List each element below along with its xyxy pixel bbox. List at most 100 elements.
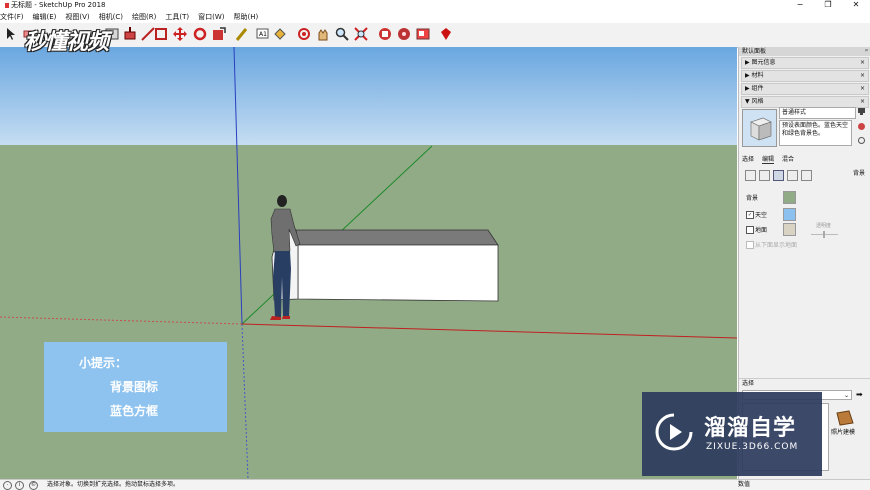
brand-watermark: 溜溜自学 ZIXUE.3D66.COM	[642, 392, 822, 476]
menu-bar: 文件(F) 编辑(E) 视图(V) 相机(C) 绘图(R) 工具(T) 窗口(W…	[0, 11, 870, 23]
select-section-title: 选择	[739, 378, 870, 388]
ground-label: 地面	[755, 227, 768, 234]
tip-box: 小提示： 背景图标 蓝色方框	[44, 342, 227, 432]
sketchup-app-icon	[5, 2, 9, 8]
modeling-settings-icon[interactable]	[801, 170, 812, 181]
menu-view[interactable]: 视图(V)	[65, 11, 89, 23]
svg-text:A1: A1	[259, 31, 267, 38]
close-icon[interactable]: ×	[860, 71, 865, 81]
tab-mix[interactable]: 混合	[782, 154, 794, 164]
sky-color-swatch[interactable]	[783, 208, 796, 221]
background-section-label: 背景	[852, 170, 865, 177]
close-icon[interactable]: ×	[860, 84, 865, 94]
watermark-settings-icon[interactable]	[787, 170, 798, 181]
pin-icon[interactable]: ᵖ	[865, 47, 868, 56]
photo-modeling-label: 照片建模	[831, 429, 856, 436]
section-styles-label: ▼ 风格	[745, 98, 764, 105]
tip-title: 小提示：	[79, 356, 128, 370]
tip-line-background-icon: 背景图标	[110, 380, 159, 394]
menu-window[interactable]: 窗口(W)	[198, 11, 224, 23]
ground-checkbox[interactable]	[746, 226, 754, 234]
section-components-label: ▶ 组件	[745, 85, 764, 92]
brand-play-icon	[655, 413, 693, 451]
show-ground-below-checkbox[interactable]	[746, 241, 754, 249]
send-to-layout-tool-icon[interactable]	[415, 26, 431, 42]
tab-edit[interactable]: 编辑	[762, 154, 775, 164]
close-icon[interactable]: ×	[860, 97, 865, 107]
style-tabs: 选择 编辑 混合	[742, 154, 802, 164]
tray-title: 默认面板 ᵖ	[739, 47, 870, 56]
sky-checkbox[interactable]: ✓	[746, 211, 754, 219]
edge-settings-icon[interactable]	[745, 170, 756, 181]
minimize-button[interactable]: −	[786, 0, 814, 11]
close-button[interactable]: ✕	[842, 0, 870, 11]
paint-bucket-tool-icon[interactable]	[272, 26, 288, 42]
window-title-text: 无标题 - SketchUp Pro 2018	[11, 1, 106, 9]
pan-tool-icon[interactable]	[315, 26, 331, 42]
model-viewport[interactable]: 小提示： 背景图标 蓝色方框	[0, 47, 737, 479]
brand-name: 溜溜自学	[704, 416, 797, 441]
opacity-label: 透明度	[816, 223, 832, 229]
brand-url: ZIXUE.3D66.COM	[706, 442, 799, 452]
section-entity-info[interactable]: ▶ 图元信息 ×	[741, 57, 869, 69]
style-name-field[interactable]: 普通样式	[779, 107, 856, 119]
tape-measure-tool-icon[interactable]	[234, 26, 250, 42]
menu-draw[interactable]: 绘图(R)	[132, 11, 156, 23]
ground-color-swatch[interactable]	[783, 223, 796, 236]
move-tool-icon[interactable]	[172, 26, 188, 42]
blue-axis	[233, 47, 243, 325]
main-toolbar: A1	[0, 23, 870, 48]
menu-file[interactable]: 文件(F)	[0, 11, 24, 23]
red-axis	[241, 323, 737, 339]
section-materials[interactable]: ▶ 材料 ×	[741, 70, 869, 82]
extension-tool-icon[interactable]	[396, 26, 412, 42]
rotate-tool-icon[interactable]	[192, 26, 208, 42]
zoom-extents-tool-icon[interactable]	[353, 26, 369, 42]
section-components[interactable]: ▶ 组件 ×	[741, 83, 869, 95]
zoom-tool-icon[interactable]	[334, 26, 350, 42]
sky-label: 天空	[755, 212, 768, 219]
tab-select[interactable]: 选择	[742, 154, 754, 164]
offset-tool-icon[interactable]	[153, 26, 169, 42]
scale-tool-icon[interactable]	[211, 26, 227, 42]
box-front-face[interactable]	[297, 244, 499, 302]
menu-tools[interactable]: 工具(T)	[165, 11, 189, 23]
select-tool-icon[interactable]	[3, 26, 19, 42]
text-tool-icon[interactable]: A1	[254, 26, 270, 42]
red-axis-negative	[0, 316, 243, 325]
blue-axis-negative	[241, 323, 249, 479]
menu-camera[interactable]: 相机(C)	[99, 11, 123, 23]
show-ground-below-label: 从下面显示地面	[755, 242, 798, 249]
tip-line-blue-box: 蓝色方框	[110, 404, 159, 418]
menu-edit[interactable]: 编辑(E)	[33, 11, 57, 23]
warehouse-tool-icon[interactable]	[377, 26, 393, 42]
push-pull-tool-icon[interactable]	[122, 26, 138, 42]
ruby-tool-icon[interactable]	[438, 26, 454, 42]
photo-modeling-icon	[836, 410, 854, 426]
status-bar: · i © 选择对象。切换到扩充选择。拖动鼠标选择多项。 数值	[0, 479, 870, 490]
update-style-icon[interactable]	[857, 107, 866, 116]
background-settings-icon[interactable]	[773, 170, 784, 181]
maximize-button[interactable]: ❐	[814, 0, 842, 11]
face-settings-icon[interactable]	[759, 170, 770, 181]
title-bar: 无标题 - SketchUp Pro 2018 − ❐ ✕	[0, 0, 870, 11]
edit-settings-toolbar	[742, 169, 868, 181]
video-logo-watermark: 秒懂视频	[24, 30, 109, 55]
section-materials-label: ▶ 材料	[745, 72, 764, 79]
background-color-swatch[interactable]	[783, 191, 796, 204]
close-icon[interactable]: ×	[860, 58, 865, 68]
style-thumbnail[interactable]	[742, 109, 777, 147]
style-description-field[interactable]: 预设表面颜色。蓝色天空和绿色背景色。	[779, 120, 852, 146]
window-title: 无标题 - SketchUp Pro 2018	[5, 0, 106, 11]
box-top-face[interactable]	[295, 229, 499, 246]
menu-help[interactable]: 帮助(H)	[233, 11, 258, 23]
background-label: 背景	[746, 195, 759, 202]
style-cube-icon	[750, 117, 772, 141]
refresh-style-icon[interactable]	[857, 136, 866, 145]
orbit-tool-icon[interactable]	[296, 26, 312, 42]
create-style-icon[interactable]	[857, 122, 866, 131]
opacity-slider-thumb[interactable]	[823, 231, 825, 238]
section-entity-info-label: ▶ 图元信息	[745, 59, 776, 66]
tray-title-text: 默认面板	[742, 48, 767, 55]
details-arrow-icon[interactable]: ➡	[856, 390, 863, 399]
